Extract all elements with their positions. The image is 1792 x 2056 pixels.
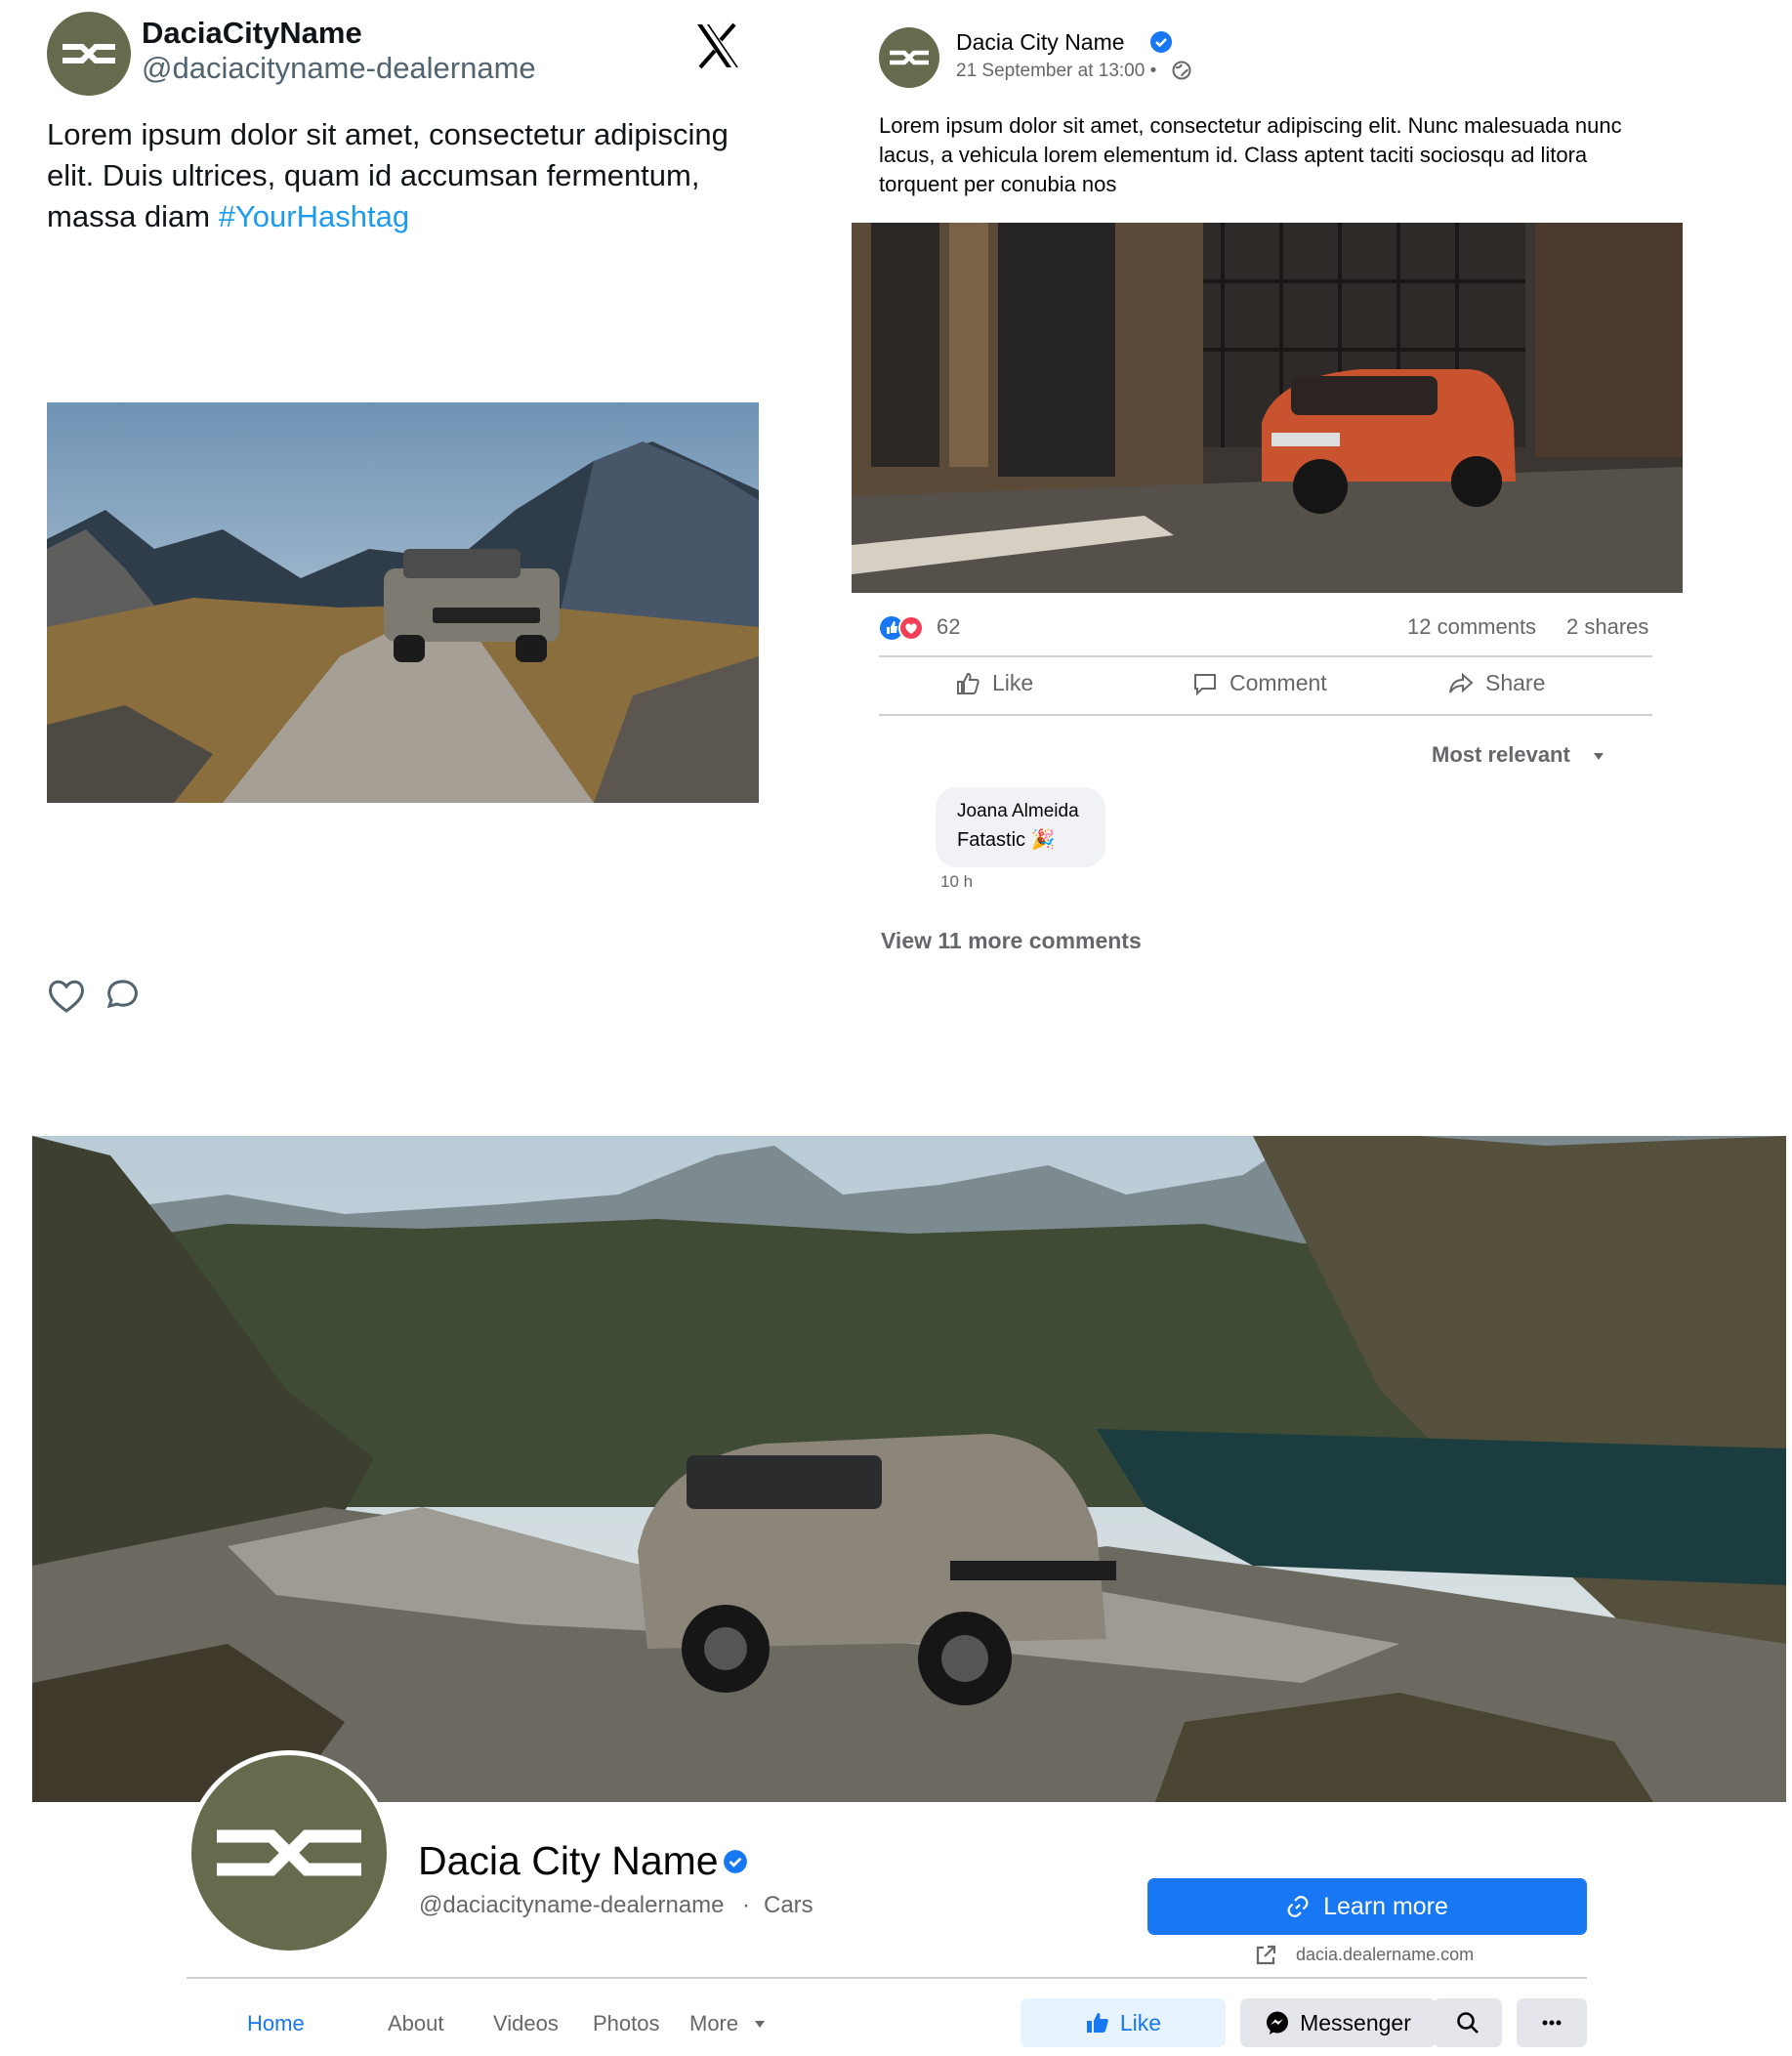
verified-badge-icon — [1150, 31, 1172, 53]
caret-down-icon[interactable] — [754, 2020, 766, 2030]
tab-more[interactable]: More — [689, 2011, 738, 2036]
page-handle: @daciacityname-dealername — [419, 1892, 725, 1918]
fb-post-avatar[interactable] — [879, 27, 939, 88]
dacia-logo-icon — [63, 44, 115, 63]
more-options-icon — [1542, 2020, 1562, 2026]
comment-sort-dropdown[interactable]: Most relevant — [1432, 742, 1570, 768]
messenger-icon — [1267, 2011, 1289, 2035]
comment-time[interactable]: 10 h — [940, 872, 973, 892]
comment-author[interactable]: Joana Almeida — [957, 801, 1079, 822]
like-action-label: Like — [992, 670, 1034, 695]
x-logo-icon — [697, 22, 738, 69]
page-like-label: Like — [1119, 2009, 1162, 2035]
thumbs-up-icon — [957, 672, 979, 694]
thumbs-up-icon — [1086, 2013, 1108, 2033]
page-profile-picture[interactable] — [187, 1750, 392, 1955]
page-like-button[interactable]: Like — [1021, 1998, 1226, 2047]
caret-down-icon[interactable] — [1593, 752, 1604, 762]
reply-icon[interactable] — [102, 977, 141, 1016]
divider — [187, 1977, 1587, 1979]
divider — [879, 714, 1652, 716]
search-icon — [1457, 2012, 1479, 2034]
tab-videos[interactable]: Videos — [493, 2011, 559, 2036]
comment-text: Fatastic 🎉 — [957, 829, 1056, 851]
website-link[interactable]: dacia.dealername.com — [1296, 1945, 1474, 1965]
learn-more-button[interactable]: Learn more — [1147, 1878, 1587, 1935]
page-more-options-button[interactable] — [1517, 1998, 1587, 2047]
share-icon — [1449, 672, 1474, 693]
share-action-label: Share — [1485, 670, 1546, 695]
fb-post-image[interactable] — [852, 223, 1683, 593]
x-account-handle[interactable]: @daciacityname-dealername — [142, 51, 536, 86]
page-search-button[interactable] — [1434, 1998, 1502, 2047]
tab-photos[interactable]: Photos — [593, 2011, 660, 2036]
dacia-logo-icon — [217, 1829, 361, 1876]
comment-action-button[interactable]: Comment — [1192, 670, 1327, 696]
link-icon — [1287, 1896, 1309, 1917]
like-action-button[interactable]: Like — [955, 670, 1033, 696]
fb-post-date[interactable]: 21 September at 13:00 • — [956, 61, 1156, 82]
divider — [879, 655, 1652, 657]
reaction-count[interactable]: 62 — [937, 614, 960, 640]
comments-count[interactable]: 12 comments — [1407, 614, 1536, 640]
tab-home[interactable]: Home — [247, 2011, 305, 2036]
globe-icon — [1172, 61, 1191, 80]
dacia-logo-icon — [890, 50, 929, 65]
fb-post-author[interactable]: Dacia City Name — [956, 29, 1125, 56]
cover-photo[interactable] — [32, 1136, 1786, 1802]
heart-icon[interactable] — [47, 977, 86, 1016]
x-avatar[interactable] — [47, 12, 131, 96]
reaction-icons[interactable] — [879, 615, 926, 641]
share-action-button[interactable]: Share — [1448, 670, 1545, 696]
learn-more-label: Learn more — [1323, 1892, 1448, 1920]
messenger-button[interactable]: Messenger — [1240, 1998, 1436, 2047]
x-hashtag-link[interactable]: #YourHashtag — [219, 199, 409, 233]
comment-action-label: Comment — [1229, 670, 1327, 695]
x-post-text: Lorem ipsum dolor sit amet, consectetur … — [47, 117, 729, 233]
messenger-label: Messenger — [1300, 2009, 1411, 2035]
tab-about[interactable]: About — [388, 2011, 444, 2036]
view-more-comments-link[interactable]: View 11 more comments — [881, 928, 1142, 954]
external-link-icon — [1256, 1945, 1276, 1965]
shares-count[interactable]: 2 shares — [1566, 614, 1648, 640]
separator-dot: · — [742, 1892, 750, 1918]
x-post-image[interactable] — [47, 402, 759, 803]
fb-post-text: Lorem ipsum dolor sit amet, consectetur … — [879, 113, 1622, 196]
page-category[interactable]: Cars — [764, 1892, 813, 1919]
comment-icon — [1194, 673, 1216, 695]
page-name: Dacia City Name — [418, 1838, 719, 1883]
x-account-name[interactable]: DaciaCityName — [142, 16, 362, 51]
verified-badge-icon — [724, 1850, 747, 1873]
